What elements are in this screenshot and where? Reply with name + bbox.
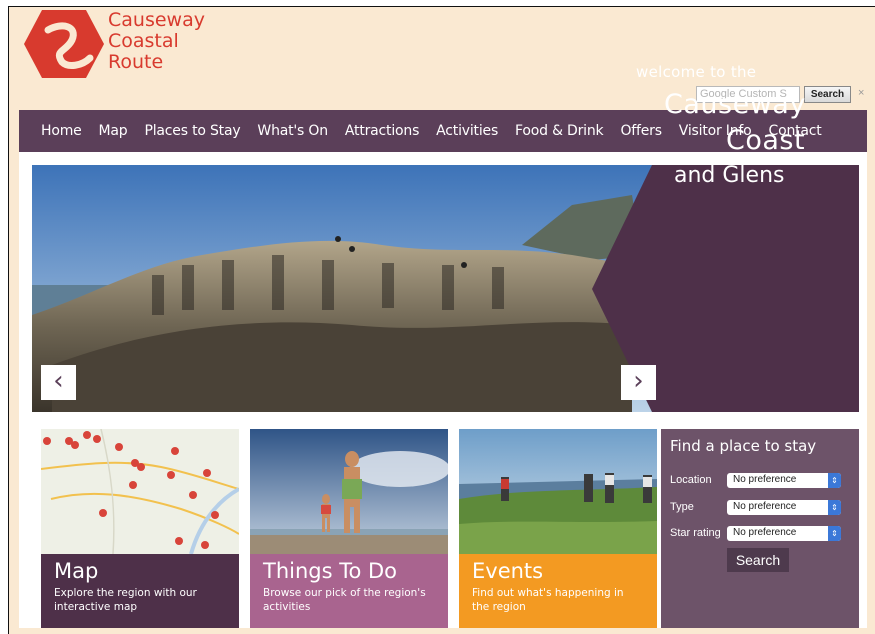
location-select[interactable]: No preference ⇕ xyxy=(727,473,841,488)
nav-item-home[interactable]: Home xyxy=(41,123,82,139)
find-place-panel: Find a place to stay Location No prefere… xyxy=(661,429,859,628)
events-tile-title: Events xyxy=(472,559,544,583)
hero-title-line-1: Causeway xyxy=(664,89,806,120)
events-tile-caption: Events Find out what's happening in the … xyxy=(459,554,657,628)
location-select-value: No preference xyxy=(733,474,797,485)
star-rating-label: Star rating xyxy=(670,527,721,539)
causeway-logo-icon[interactable] xyxy=(24,8,114,78)
brand-line-1: Causeway xyxy=(108,9,205,31)
things-to-do-tile[interactable]: Things To Do Browse our pick of the regi… xyxy=(250,429,448,628)
nav-item-attractions[interactable]: Attractions xyxy=(345,123,419,139)
brand-line-2: Coastal xyxy=(108,30,179,52)
nav-item-whats-on[interactable]: What's On xyxy=(257,123,328,139)
find-search-button[interactable]: Search xyxy=(727,548,789,572)
type-select-value: No preference xyxy=(733,501,797,512)
hero-slider xyxy=(32,165,859,412)
nav-item-offers[interactable]: Offers xyxy=(620,123,662,139)
beach-family-image xyxy=(250,429,448,554)
star-rating-select[interactable]: No preference ⇕ xyxy=(727,526,841,541)
find-place-title: Find a place to stay xyxy=(670,437,817,455)
golf-course-image xyxy=(459,429,657,554)
brand-name[interactable]: Causeway Coastal Route xyxy=(108,10,205,73)
location-label: Location xyxy=(670,474,712,486)
select-chevron-icon: ⇕ xyxy=(828,473,841,488)
events-tile[interactable]: Events Find out what's happening in the … xyxy=(459,429,657,628)
select-chevron-icon: ⇕ xyxy=(828,526,841,541)
things-to-do-tile-caption: Things To Do Browse our pick of the regi… xyxy=(250,554,448,628)
nav-item-food-drink[interactable]: Food & Drink xyxy=(515,123,604,139)
search-button[interactable]: Search xyxy=(804,86,851,103)
hero-title-line-3: and Glens xyxy=(674,163,785,188)
nav-item-map[interactable]: Map xyxy=(99,123,128,139)
nav-item-places-to-stay[interactable]: Places to Stay xyxy=(145,123,241,139)
select-chevron-icon: ⇕ xyxy=(828,500,841,515)
star-rating-select-value: No preference xyxy=(733,527,797,538)
brand-line-3: Route xyxy=(108,51,164,73)
type-label: Type xyxy=(670,501,694,513)
prev-slide-button[interactable]: ‹ xyxy=(41,365,76,400)
region-map-image xyxy=(41,429,239,554)
map-tile[interactable]: Map Explore the region with our interact… xyxy=(41,429,239,628)
map-tile-title: Map xyxy=(54,559,99,583)
star-rating-row: Star rating No preference ⇕ xyxy=(670,526,850,542)
events-tile-desc: Find out what's happening in the region xyxy=(472,587,624,613)
type-row: Type No preference ⇕ xyxy=(670,500,850,516)
map-tile-desc: Explore the region with our interactive … xyxy=(54,587,197,613)
location-row: Location No preference ⇕ xyxy=(670,473,850,489)
things-to-do-tile-desc: Browse our pick of the region's activiti… xyxy=(263,587,426,613)
hero-title-line-2: Coast xyxy=(726,125,806,156)
nav-item-activities[interactable]: Activities xyxy=(436,123,498,139)
welcome-text: welcome to the xyxy=(636,63,757,81)
things-to-do-tile-title: Things To Do xyxy=(263,559,398,583)
next-slide-button[interactable]: › xyxy=(621,365,656,400)
map-tile-caption: Map Explore the region with our interact… xyxy=(41,554,239,628)
type-select[interactable]: No preference ⇕ xyxy=(727,500,841,515)
search-clear-icon[interactable]: × xyxy=(858,87,864,99)
